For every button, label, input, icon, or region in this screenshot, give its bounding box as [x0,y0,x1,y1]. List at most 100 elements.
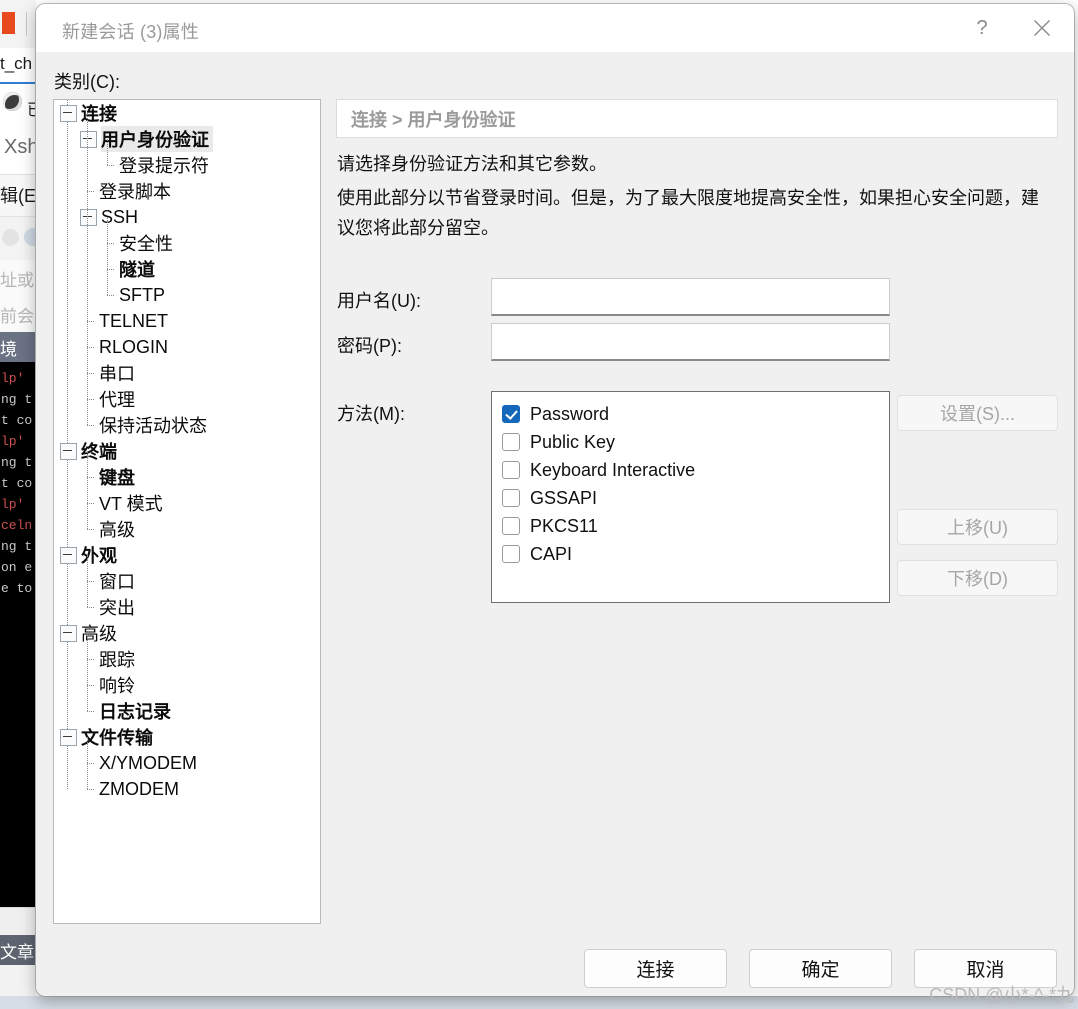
checkbox-checked-icon[interactable] [502,405,520,423]
tree-item-label: 跟踪 [99,650,135,670]
tree-item-label: TELNET [99,310,169,331]
password-input[interactable] [491,323,890,361]
auth-method-label: Password [530,403,610,424]
tree-item-18[interactable]: 窗口 [54,568,320,594]
tree-item-22[interactable]: 响铃 [54,672,320,698]
tree-item-15[interactable]: VT 模式 [54,490,320,516]
auth-method-label: PKCS11 [530,515,598,536]
collapse-minus-icon[interactable] [60,104,77,122]
checkbox-icon[interactable] [502,489,520,507]
refresh-icon[interactable] [2,229,19,246]
tree-item-label: 登录提示符 [119,156,209,176]
checkbox-icon[interactable] [502,517,520,535]
tree-item-label: 窗口 [99,572,135,592]
tree-item-9[interactable]: RLOGIN [54,334,320,360]
background-toolbar[interactable] [0,216,36,261]
ok-button[interactable]: 确定 [749,949,892,988]
auth-method-list[interactable]: Password Public Key Keyboard Interactive GS… [491,391,890,603]
session-properties-dialog: 新建会话 (3)属性 ? 类别(C): 连接 用户身份验证 登录提示符 登录脚本 SSH… [36,4,1074,996]
background-taskbar-item[interactable]: 文章 [0,935,36,965]
connect-button[interactable]: 连接 [584,949,727,988]
background-address-row[interactable]: 已 [0,84,36,130]
tree-item-label: 用户身份验证 [101,126,213,152]
tree-item-24[interactable]: 文件传输 [54,724,320,750]
close-icon[interactable] [1018,4,1066,52]
background-tab-label: t_ch [0,54,33,73]
tree-guide-line [87,113,88,425]
background-selected-item[interactable]: 境 [0,332,36,362]
checkbox-icon[interactable] [502,433,520,451]
tree-item-17[interactable]: 外观 [54,542,320,568]
tree-item-3[interactable]: 登录脚本 [54,178,320,204]
tree-item-20[interactable]: 高级 [54,620,320,646]
tree-item-13[interactable]: 终端 [54,438,320,464]
terminal-line: t co [1,476,33,491]
auth-method-label: CAPI [530,543,573,564]
auth-method-label: Keyboard Interactive [530,459,696,480]
tree-item-14[interactable]: 键盘 [54,464,320,490]
tree-item-1[interactable]: 用户身份验证 [54,126,320,152]
tree-guide-line [107,139,108,165]
auth-method-item-0[interactable]: Password [502,400,889,428]
tree-guide-line [107,217,108,295]
tree-item-label: SFTP [119,284,166,305]
tree-item-11[interactable]: 代理 [54,386,320,412]
auth-method-item-2[interactable]: Keyboard Interactive [502,456,889,484]
tree-item-8[interactable]: TELNET [54,308,320,334]
help-icon[interactable]: ? [958,4,1006,52]
collapse-minus-icon[interactable] [60,624,77,642]
tree-item-5[interactable]: 安全性 [54,230,320,256]
tree-item-2[interactable]: 登录提示符 [54,152,320,178]
tree-item-16[interactable]: 高级 [54,516,320,542]
tree-guide-line [87,451,88,529]
background-tab[interactable]: t_ch [0,48,36,84]
auth-method-item-1[interactable]: Public Key [502,428,889,456]
background-terminal[interactable]: lp' ng t t co lp' ng t t co lp' celn ng t on e e t… [0,362,36,907]
tree-item-25[interactable]: X/YMODEM [54,750,320,776]
tree-item-10[interactable]: 串口 [54,360,320,386]
settings-button[interactable]: 设置(S)... [897,395,1058,431]
collapse-minus-icon[interactable] [60,442,77,460]
tree-item-12[interactable]: 保持活动状态 [54,412,320,438]
move-down-button[interactable]: 下移(D) [897,560,1058,596]
tree-item-26[interactable]: ZMODEM [54,776,320,802]
background-red-marker [2,12,15,34]
category-tree[interactable]: 连接 用户身份验证登录提示符 登录脚本 SSH 安全性 隧道 SFTP TELNET RLOGI… [53,99,321,924]
dialog-title: 新建会话 (3)属性 [62,22,199,42]
tree-item-6[interactable]: 隧道 [54,256,320,282]
username-label: 用户名(U): [337,291,421,311]
tree-item-0[interactable]: 连接 [54,100,320,126]
terminal-line: lp' [1,371,25,386]
tree-item-label: 突出 [99,598,135,618]
category-label: 类别(C): [54,72,120,92]
globe-small-icon[interactable] [24,228,36,246]
checkbox-icon[interactable] [502,545,520,563]
background-separator [26,12,27,36]
collapse-minus-icon[interactable] [80,130,97,148]
tree-item-7[interactable]: SFTP [54,282,320,308]
collapse-minus-icon[interactable] [60,728,77,746]
collapse-minus-icon[interactable] [80,208,97,226]
globe-icon [3,92,22,111]
tree-item-label: 安全性 [119,234,173,254]
tree-item-21[interactable]: 跟踪 [54,646,320,672]
username-input[interactable] [491,278,890,316]
auth-method-item-4[interactable]: PKCS11 [502,512,889,540]
help-icon-glyph: ? [976,16,988,39]
terminal-line: lp' [1,434,25,449]
tree-item-23[interactable]: 日志记录 [54,698,320,724]
background-app-name: Xsh [0,130,36,174]
terminal-line: ng t [1,455,33,470]
background-menu-row[interactable]: 辑(E) [0,174,36,216]
terminal-line: lp' [1,497,25,512]
checkbox-icon[interactable] [502,461,520,479]
auth-method-item-5[interactable]: CAPI [502,540,889,568]
tree-item-19[interactable]: 突出 [54,594,320,620]
background-hint-2: 前会i [0,296,36,332]
terminal-line: celn [1,518,33,533]
auth-method-item-3[interactable]: GSSAPI [502,484,889,512]
tree-item-label: 保持活动状态 [99,416,207,436]
collapse-minus-icon[interactable] [60,546,77,564]
move-up-button[interactable]: 上移(U) [897,509,1058,545]
tree-item-4[interactable]: SSH [54,204,320,230]
